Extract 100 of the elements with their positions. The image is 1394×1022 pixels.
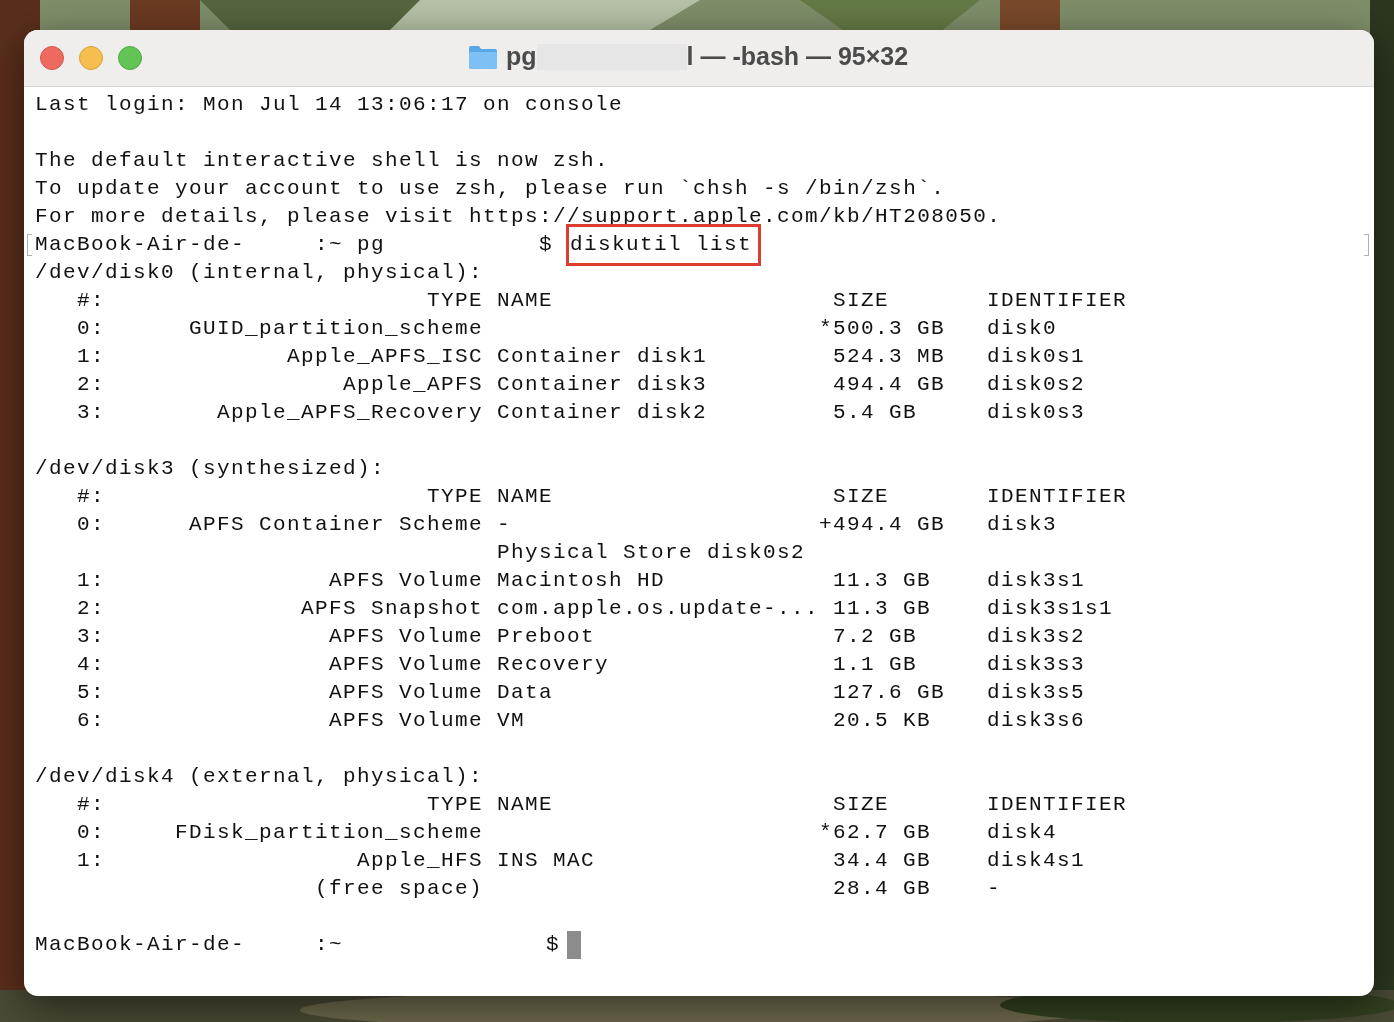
terminal-line: Last login: Mon Jul 14 13:06:17 on console xyxy=(35,92,624,118)
table-cell: GUID_partition_scheme xyxy=(188,317,483,340)
table-cell: 5.4 GB xyxy=(833,401,917,424)
table-cell: disk3 xyxy=(987,513,1057,536)
table-cell: Data xyxy=(497,681,553,704)
table-cell: 1: xyxy=(77,849,105,872)
table-cell: 1.1 GB xyxy=(833,653,917,676)
column-header: SIZE xyxy=(833,484,890,510)
column-header: SIZE xyxy=(833,792,890,818)
size-mark: * xyxy=(819,821,833,844)
table-cell: Recovery xyxy=(497,653,610,676)
table-cell: disk3s2 xyxy=(987,625,1085,648)
table-cell: 20.5 KB xyxy=(833,709,931,732)
prompt-host: MacBook-Air-de- xyxy=(35,932,247,958)
table-cell: 1: xyxy=(77,569,105,592)
table-cell: 524.3 MB xyxy=(833,345,946,368)
table-cell: 11.3 GB xyxy=(833,569,931,592)
table-cell: APFS Volume xyxy=(328,625,483,648)
table-cell: 494.4 GB xyxy=(833,373,946,396)
table-cell: 62.7 GB xyxy=(833,821,931,844)
table-cell: disk0s2 xyxy=(987,373,1085,396)
table-cell: APFS Container Scheme xyxy=(188,513,483,536)
table-cell: 2: xyxy=(77,373,105,396)
table-cell: 3: xyxy=(77,625,105,648)
prompt-symbol: $ xyxy=(546,932,561,958)
table-cell: 6: xyxy=(77,709,105,732)
device-heading: /dev/disk4 (external, physical): xyxy=(35,764,484,790)
table-cell: APFS Volume xyxy=(328,569,483,592)
table-cell: (free space) xyxy=(314,877,483,900)
column-header: #: xyxy=(77,484,106,510)
table-cell: disk3s6 xyxy=(987,709,1085,732)
table-cell: FDisk_partition_scheme xyxy=(174,821,483,844)
table-cell: 34.4 GB xyxy=(833,849,931,872)
table-cell: 5: xyxy=(77,681,105,704)
table-cell: Physical Store disk0s2 xyxy=(497,541,806,564)
zoom-button[interactable] xyxy=(118,46,142,70)
table-cell: APFS Snapshot xyxy=(300,597,483,620)
size-mark: * xyxy=(819,317,833,340)
table-cell: Apple_APFS_Recovery xyxy=(216,401,483,424)
table-cell: disk3s3 xyxy=(987,653,1085,676)
table-cell: disk0s1 xyxy=(987,345,1085,368)
table-cell: 2: xyxy=(77,597,105,620)
table-cell: Container disk1 xyxy=(497,345,708,368)
column-header: SIZE xyxy=(833,288,890,314)
table-cell: - xyxy=(497,513,511,536)
table-cell: disk3s1s1 xyxy=(987,597,1114,620)
table-cell: 0: xyxy=(77,821,105,844)
column-header: IDENTIFIER xyxy=(987,484,1129,510)
close-button[interactable] xyxy=(40,46,64,70)
table-cell: Apple_APFS xyxy=(342,373,483,396)
prompt-path: :~ xyxy=(315,932,344,958)
column-header: IDENTIFIER xyxy=(987,792,1129,818)
table-cell: com.apple.os.update-... xyxy=(497,597,820,620)
table-cell: 127.6 GB xyxy=(833,681,946,704)
table-cell: INS MAC xyxy=(497,849,595,872)
table-cell: disk3s5 xyxy=(987,681,1085,704)
table-cell: disk4s1 xyxy=(987,849,1085,872)
table-cell: APFS Volume xyxy=(328,653,483,676)
table-cell: disk3s1 xyxy=(987,569,1085,592)
column-header: #: xyxy=(77,792,106,818)
device-heading: /dev/disk0 (internal, physical): xyxy=(35,260,484,286)
table-cell: disk0 xyxy=(987,317,1057,340)
column-header: IDENTIFIER xyxy=(987,288,1129,314)
table-cell: Apple_HFS xyxy=(356,849,483,872)
table-cell: Container disk2 xyxy=(497,401,708,424)
table-cell: Container disk3 xyxy=(497,373,708,396)
folder-icon xyxy=(468,43,498,70)
table-cell: 1: xyxy=(77,345,105,368)
table-cell: disk4 xyxy=(987,821,1057,844)
table-cell: Macintosh HD xyxy=(497,569,666,592)
window-title: l — -bash — 95×32 xyxy=(686,42,909,71)
table-cell: APFS Volume xyxy=(328,709,483,732)
prompt-host: MacBook-Air-de- xyxy=(35,232,247,258)
column-header: TYPE xyxy=(426,484,483,510)
table-cell: 4: xyxy=(77,653,105,676)
column-header: NAME xyxy=(497,484,554,510)
prompt-path: :~ pg xyxy=(315,232,386,258)
table-cell: 11.3 GB xyxy=(833,597,931,620)
table-cell: 3: xyxy=(77,401,105,424)
table-cell: 7.2 GB xyxy=(833,625,917,648)
window-title: pg xyxy=(506,42,537,71)
table-cell: Apple_APFS_ISC xyxy=(286,345,483,368)
table-cell: APFS Volume xyxy=(328,681,483,704)
table-cell: - xyxy=(987,877,1001,900)
table-cell: 494.4 GB xyxy=(833,513,946,536)
bracket-mark xyxy=(1364,234,1369,256)
table-cell: 0: xyxy=(77,513,105,536)
table-cell: VM xyxy=(497,709,525,732)
table-cell: disk0s3 xyxy=(987,401,1085,424)
table-cell: 28.4 GB xyxy=(833,877,931,900)
minimize-button[interactable] xyxy=(79,46,103,70)
device-heading: /dev/disk3 (synthesized): xyxy=(35,456,386,482)
column-header: NAME xyxy=(497,792,554,818)
terminal-line: To update your account to use zsh, please run `chsh -s /bin/zsh`. xyxy=(35,176,946,202)
size-mark: + xyxy=(819,513,833,536)
table-cell: 500.3 GB xyxy=(833,317,946,340)
column-header: #: xyxy=(77,288,106,314)
command-text: diskutil list xyxy=(566,224,762,266)
table-cell: Preboot xyxy=(497,625,595,648)
prompt-symbol: $ xyxy=(539,232,554,258)
